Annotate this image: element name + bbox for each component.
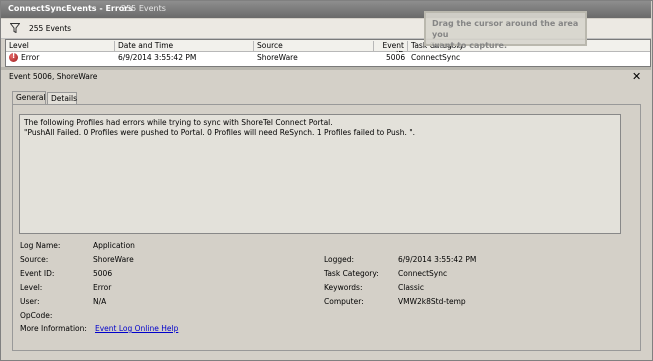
opcode-label: OpCode: — [20, 311, 53, 320]
level-value: Error — [93, 283, 112, 292]
level-label: Level: — [20, 283, 43, 292]
tab-general[interactable]: General — [12, 91, 46, 105]
logged-value: 6/9/2014 3:55:42 PM — [398, 255, 477, 264]
filter-event-count: 255 Events — [29, 24, 72, 33]
close-icon[interactable]: ✕ — [632, 70, 641, 83]
more-info-label: More Information: — [20, 324, 87, 333]
task-category-value: ConnectSync — [398, 269, 448, 278]
log-name-value: Application — [93, 241, 135, 250]
event-message-box[interactable]: The following Profiles had errors while … — [19, 114, 621, 234]
computer-value: VMW2k8Std-temp — [398, 297, 466, 306]
filter-icon[interactable] — [10, 23, 20, 33]
column-header-source[interactable]: Source — [254, 41, 374, 51]
source-value: ShoreWare — [93, 255, 134, 264]
title-event-count: 255 Events — [121, 4, 166, 13]
column-header-event-id[interactable]: Event ID — [374, 41, 408, 59]
row-event-id: 5006 — [386, 53, 406, 62]
tab-details-label: Details — [51, 94, 78, 103]
capture-hint-line2: want to capture. — [432, 41, 507, 50]
column-header-level[interactable]: Level — [6, 41, 115, 51]
row-task-category: ConnectSync — [411, 53, 461, 62]
event-log-help-link[interactable]: Event Log Online Help — [95, 324, 178, 333]
row-level: Error — [21, 53, 40, 62]
source-label: Source: — [20, 255, 49, 264]
column-header-date-time[interactable]: Date and Time — [115, 41, 254, 51]
window-title: ConnectSyncEvents - Errors — [8, 4, 133, 13]
computer-label: Computer: — [324, 297, 364, 306]
log-name-label: Log Name: — [20, 241, 61, 250]
event-id-value: 5006 — [93, 269, 113, 278]
event-id-label: Event ID: — [20, 269, 55, 278]
keywords-label: Keywords: — [324, 283, 363, 292]
keywords-value: Classic — [398, 283, 424, 292]
message-line1: The following Profiles had errors while … — [24, 118, 333, 127]
row-datetime: 6/9/2014 3:55:42 PM — [118, 53, 197, 62]
logged-label: Logged: — [324, 255, 355, 264]
user-value: N/A — [93, 297, 107, 306]
row-source: ShoreWare — [257, 53, 298, 62]
table-row[interactable]: Error 6/9/2014 3:55:42 PM ShoreWare 5006… — [6, 52, 650, 64]
user-label: User: — [20, 297, 40, 306]
capture-hint-overlay: Drag the cursor around the area you want… — [424, 11, 587, 50]
tab-general-label: General — [16, 93, 46, 102]
event-title: Event 5006, ShoreWare — [9, 72, 98, 81]
capture-hint-line1: Drag the cursor around the area you — [432, 19, 579, 39]
pane-splitter[interactable] — [1, 67, 651, 70]
message-line2: "PushAll Failed. 0 Profiles were pushed … — [24, 128, 416, 137]
task-category-label: Task Category: — [324, 269, 379, 278]
error-icon — [9, 52, 18, 62]
